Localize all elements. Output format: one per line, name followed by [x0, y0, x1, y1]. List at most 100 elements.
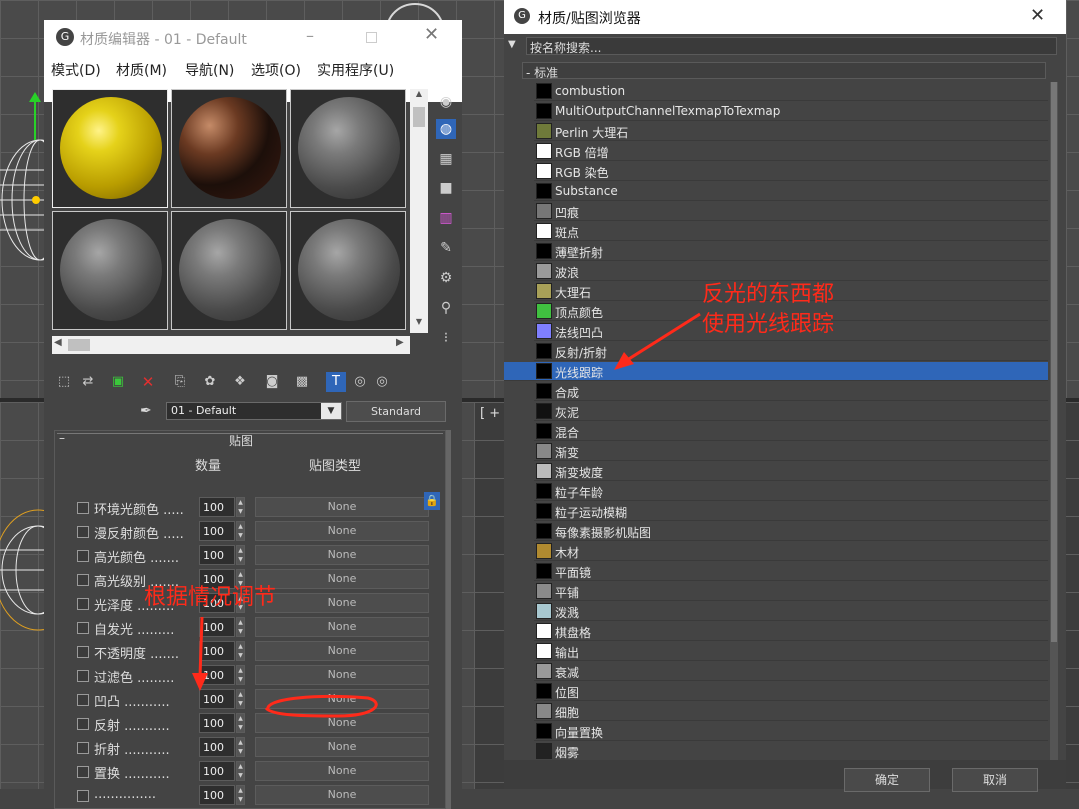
- scroll-right-icon[interactable]: ▶: [396, 337, 404, 348]
- map-list-item[interactable]: 烟雾: [534, 742, 1048, 760]
- map-list-item[interactable]: 粒子运动模糊: [534, 502, 1048, 521]
- map-list-item[interactable]: 粒子年龄: [534, 482, 1048, 501]
- map-list-item[interactable]: 灰泥: [534, 402, 1048, 421]
- ok-button[interactable]: 确定: [844, 768, 930, 792]
- map-list-item[interactable]: 每像素摄影机贴图: [534, 522, 1048, 541]
- menu-utilities[interactable]: 实用程序(U): [317, 60, 394, 80]
- map-type-button[interactable]: None: [255, 761, 429, 781]
- scroll-up-icon[interactable]: ▲: [410, 89, 428, 105]
- get-material-icon[interactable]: ⬚: [54, 372, 74, 392]
- minimize-button[interactable]: –: [306, 26, 314, 45]
- map-list-item[interactable]: 输出: [534, 642, 1048, 661]
- browser-scroll-thumb[interactable]: [1051, 82, 1057, 642]
- scroll-down-icon[interactable]: ▼: [410, 317, 428, 333]
- put-to-scene-icon[interactable]: ⇄: [78, 372, 98, 392]
- map-list-item[interactable]: MultiOutputChannelTexmapToTexmap: [534, 102, 1048, 121]
- select-by-material-icon[interactable]: ⚲: [436, 298, 456, 318]
- map-type-button[interactable]: None: [255, 665, 429, 685]
- map-list-item[interactable]: 混合: [534, 422, 1048, 441]
- material-slot-4[interactable]: [52, 211, 168, 330]
- options-icon[interactable]: ⚙: [436, 268, 456, 288]
- map-list-item[interactable]: Substance: [534, 182, 1048, 201]
- map-type-button[interactable]: None: [255, 521, 429, 541]
- show-end-result-icon[interactable]: T: [326, 372, 346, 392]
- eyedropper-icon[interactable]: ✒: [140, 403, 152, 419]
- reset-map-icon[interactable]: ✕: [138, 372, 158, 392]
- spinner-arrows-icon[interactable]: ▲ ▼: [236, 713, 245, 733]
- spinner-arrows-icon[interactable]: ▲ ▼: [236, 617, 245, 637]
- map-amount-input[interactable]: 100: [199, 521, 235, 541]
- map-enable-checkbox[interactable]: [77, 694, 89, 706]
- spinner-arrows-icon[interactable]: ▲ ▼: [236, 665, 245, 685]
- map-enable-checkbox[interactable]: [77, 646, 89, 658]
- map-type-button[interactable]: None: [255, 545, 429, 565]
- backlight-icon[interactable]: ◍: [436, 119, 456, 139]
- show-shaded-map-icon[interactable]: ▩: [292, 372, 312, 392]
- slots-scrollbar-horizontal[interactable]: ◀ ▶: [52, 336, 410, 354]
- go-forward-sibling-icon[interactable]: ◎: [372, 372, 392, 392]
- spinner-arrows-icon[interactable]: ▲ ▼: [236, 545, 245, 565]
- map-type-button[interactable]: None: [255, 737, 429, 757]
- spinner-arrows-icon[interactable]: ▲ ▼: [236, 761, 245, 781]
- material-slot-6[interactable]: [290, 211, 406, 330]
- chevron-down-icon[interactable]: ▼: [321, 403, 341, 419]
- material-name-field[interactable]: 01 - Default ▼: [166, 402, 342, 420]
- map-list-item[interactable]: 渐变: [534, 442, 1048, 461]
- scroll-left-icon[interactable]: ◀: [54, 337, 62, 348]
- map-list-item[interactable]: 斑点: [534, 222, 1048, 241]
- spinner-arrows-icon[interactable]: ▲ ▼: [236, 521, 245, 541]
- sample-uv-icon[interactable]: ■: [436, 178, 456, 198]
- map-list-item[interactable]: 衰减: [534, 662, 1048, 681]
- assign-to-selection-icon[interactable]: ▣: [108, 372, 128, 392]
- menu-options[interactable]: 选项(O): [251, 60, 301, 80]
- map-type-button[interactable]: None: [255, 593, 429, 613]
- map-type-button[interactable]: None: [255, 497, 429, 517]
- map-type-button[interactable]: None: [255, 785, 429, 805]
- map-enable-checkbox[interactable]: [77, 670, 89, 682]
- map-enable-checkbox[interactable]: [77, 742, 89, 754]
- menu-material[interactable]: 材质(M): [116, 60, 167, 80]
- map-list-item[interactable]: 平铺: [534, 582, 1048, 601]
- map-amount-input[interactable]: 100: [199, 545, 235, 565]
- browser-search-input[interactable]: 按名称搜索...: [526, 37, 1057, 55]
- make-preview-icon[interactable]: ✎: [436, 238, 456, 258]
- material-type-button[interactable]: Standard: [346, 401, 446, 422]
- material-map-navigator-icon[interactable]: ⁝: [436, 328, 456, 348]
- go-to-parent-icon[interactable]: ◎: [350, 372, 370, 392]
- put-to-library-icon[interactable]: ❖: [230, 372, 250, 392]
- map-enable-checkbox[interactable]: [77, 622, 89, 634]
- map-enable-checkbox[interactable]: [77, 598, 89, 610]
- cancel-button[interactable]: 取消: [952, 768, 1038, 792]
- video-color-check-icon[interactable]: ▥: [436, 208, 456, 228]
- map-list-item[interactable]: Perlin 大理石: [534, 122, 1048, 141]
- material-slot-3[interactable]: [290, 89, 406, 208]
- map-list-item[interactable]: 薄壁折射: [534, 242, 1048, 261]
- map-list-item[interactable]: 平面镜: [534, 562, 1048, 581]
- copy-material-icon[interactable]: ⎘: [170, 372, 190, 392]
- material-slot-1[interactable]: [52, 89, 168, 208]
- sample-type-icon[interactable]: ◉: [436, 92, 456, 112]
- map-type-button[interactable]: None: [255, 569, 429, 589]
- scroll-thumb-horizontal[interactable]: [68, 339, 90, 351]
- map-list-item[interactable]: 向量置换: [534, 722, 1048, 741]
- map-list-item[interactable]: RGB 倍增: [534, 142, 1048, 161]
- viewport-top-right[interactable]: [1066, 0, 1079, 400]
- material-slot-5[interactable]: [171, 211, 287, 330]
- browser-scrollbar[interactable]: [1050, 82, 1058, 760]
- material-slot-2[interactable]: [171, 89, 287, 208]
- spinner-arrows-icon[interactable]: ▲ ▼: [236, 689, 245, 709]
- map-enable-checkbox[interactable]: [77, 502, 89, 514]
- make-unique-icon[interactable]: ✿: [200, 372, 220, 392]
- rollout-header[interactable]: – 贴图: [57, 431, 443, 448]
- menu-mode[interactable]: 模式(D): [51, 60, 101, 80]
- map-list-item[interactable]: 光线跟踪: [504, 362, 1048, 381]
- material-id-channel-icon[interactable]: ◙: [262, 372, 282, 392]
- slots-scrollbar-vertical[interactable]: ▲ ▼: [410, 89, 428, 333]
- map-list-item[interactable]: 合成: [534, 382, 1048, 401]
- browser-options-icon[interactable]: ▼: [508, 39, 516, 50]
- map-enable-checkbox[interactable]: [77, 526, 89, 538]
- map-list-item[interactable]: 凹痕: [534, 202, 1048, 221]
- map-enable-checkbox[interactable]: [77, 574, 89, 586]
- map-list-item[interactable]: combustion: [534, 82, 1048, 101]
- spinner-arrows-icon[interactable]: ▲ ▼: [236, 737, 245, 757]
